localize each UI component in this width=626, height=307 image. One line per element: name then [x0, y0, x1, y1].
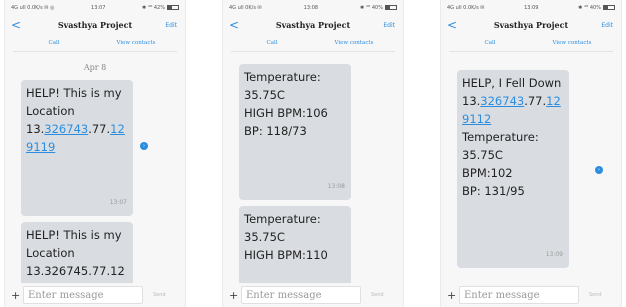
message-input[interactable]: Enter message [459, 286, 579, 304]
status-bar: 4G ull 0.0K/s ✉ 13:09 ✱ ⁴ᴳ 40% [441, 0, 621, 16]
send-button[interactable]: Send [371, 292, 384, 298]
title-bar: < Svasthya Project Edit [223, 16, 403, 34]
view-contacts-button[interactable]: View contacts [531, 34, 613, 51]
coordinate-link[interactable]: 326743 [44, 122, 88, 136]
message-line: Location [26, 246, 75, 260]
message-time: 13:07 [109, 199, 127, 206]
message-line: Temperature: [244, 212, 321, 226]
back-chevron-icon[interactable]: < [447, 16, 463, 34]
message-time: 13:08 [327, 183, 345, 190]
status-left: 4G ull 0.0K/s ✉ [447, 5, 485, 11]
phone-screen-2: 4G ull 0K/s ✉ 13:08 ✱ ⁴ᴳ 40% < Svasthya … [222, 0, 404, 307]
message-line: BPM:102 [462, 166, 513, 180]
message-line: BP: 118/73 [244, 124, 307, 138]
status-bar: 4G ull 0.0K/s ✉ ◎ 13:07 ✱ ⁴ᴳ 42% [5, 0, 185, 16]
message-line: Temperature: [462, 130, 539, 144]
message-bubble[interactable]: Temperature: 35.75C HIGH BPM:106 BP: 118… [239, 64, 351, 200]
status-time: 13:07 [91, 5, 106, 11]
view-contacts-button[interactable]: View contacts [95, 34, 177, 51]
send-button[interactable]: Send [589, 292, 602, 298]
contact-actions: Call View contacts [13, 34, 177, 52]
coordinates-line: 13.326743.77.12 [462, 92, 564, 110]
edit-button[interactable]: Edit [165, 22, 177, 29]
add-attachment-icon[interactable]: + [447, 289, 459, 302]
title-bar: < Svasthya Project Edit [441, 16, 621, 34]
message-line: HELP! This is my [26, 86, 122, 100]
message-bubble[interactable]: HELP! This is my Location 13.326743.77.1… [21, 80, 133, 216]
status-right: ✱ ⁴ᴳ 40% [578, 5, 615, 11]
message-line: 35.75C [244, 88, 285, 102]
title-bar: < Svasthya Project Edit [5, 16, 185, 34]
message-bubble[interactable]: HELP! This is my Location 13.326745.77.1… [21, 222, 133, 283]
status-right: ✱ ⁴ᴳ 42% [142, 5, 179, 11]
status-right-text: ✱ ⁴ᴳ 40% [578, 5, 601, 11]
status-right: ✱ ⁴ᴳ 40% [360, 5, 397, 11]
message-status-icon[interactable]: › [140, 142, 148, 150]
coordinates-line: 13.326743.77.12 [26, 120, 128, 138]
back-chevron-icon[interactable]: < [229, 16, 245, 34]
message-line: BP: 131/95 [462, 184, 525, 198]
coordinate-link[interactable]: 326743 [480, 94, 524, 108]
send-button[interactable]: Send [153, 292, 166, 298]
message-line: HIGH BPM:110 [244, 248, 328, 262]
coordinate-link[interactable]: 9112 [462, 110, 564, 128]
message-input[interactable]: Enter message [23, 286, 143, 304]
battery-icon [384, 5, 397, 10]
composer-bar: + Enter message Send [441, 283, 621, 307]
status-time: 13:08 [303, 5, 319, 11]
message-bubble[interactable]: Temperature: 35.75C HIGH BPM:110 [239, 206, 351, 283]
coord-prefix: 13. [26, 122, 45, 136]
status-time: 13:09 [524, 5, 539, 11]
status-bar: 4G ull 0K/s ✉ 13:08 ✱ ⁴ᴳ 40% [223, 0, 403, 16]
message-line: 35.75C [244, 230, 285, 244]
composer-bar: + Enter message Send [5, 283, 185, 307]
status-right-text: ✱ ⁴ᴳ 40% [360, 5, 383, 11]
message-bubble[interactable]: HELP, I Fell Down 13.326743.77.12 9112 T… [457, 70, 569, 268]
battery-icon [603, 5, 615, 10]
coordinate-link[interactable]: 12 [110, 122, 125, 136]
message-input[interactable]: Enter message [241, 286, 361, 304]
message-line: Location [26, 104, 75, 118]
phone-screen-3: 4G ull 0.0K/s ✉ 13:09 ✱ ⁴ᴳ 40% < Svasthy… [440, 0, 622, 307]
add-attachment-icon[interactable]: + [11, 289, 23, 302]
conversation-title: Svasthya Project [493, 20, 569, 30]
message-line: HELP! This is my [26, 228, 122, 242]
status-right-text: ✱ ⁴ᴳ 42% [142, 5, 165, 11]
edit-button[interactable]: Edit [383, 22, 395, 29]
message-time: 13:09 [545, 251, 563, 258]
coord-mid: .77. [88, 122, 111, 136]
call-button[interactable]: Call [231, 34, 313, 51]
edit-button[interactable]: Edit [601, 22, 613, 29]
message-line: 13.326745.77.12 [26, 264, 125, 278]
coordinate-link[interactable]: 12 [546, 94, 561, 108]
conversation-title: Svasthya Project [275, 20, 351, 30]
contact-actions: Call View contacts [449, 34, 613, 52]
message-status-icon[interactable]: › [595, 166, 603, 174]
message-thread[interactable]: Temperature: 35.75C HIGH BPM:106 BP: 118… [223, 56, 403, 283]
message-line: 35.75C [462, 148, 503, 162]
call-button[interactable]: Call [449, 34, 531, 51]
date-separator: Apr 8 [83, 63, 107, 72]
coord-prefix: 13. [462, 94, 481, 108]
status-left: 4G ull 0.0K/s ✉ ◎ [11, 5, 55, 11]
coordinate-link[interactable]: 9119 [26, 138, 128, 156]
call-button[interactable]: Call [13, 34, 95, 51]
contact-actions: Call View contacts [231, 34, 395, 52]
message-line: Temperature: [244, 70, 321, 84]
composer-bar: + Enter message Send [223, 283, 403, 307]
coord-mid: .77. [524, 94, 547, 108]
phone-screen-1: 4G ull 0.0K/s ✉ ◎ 13:07 ✱ ⁴ᴳ 42% < Svast… [4, 0, 186, 307]
message-line: HELP, I Fell Down [462, 76, 562, 90]
add-attachment-icon[interactable]: + [229, 289, 241, 302]
view-contacts-button[interactable]: View contacts [313, 34, 395, 51]
message-thread[interactable]: Apr 8 HELP! This is my Location 13.32674… [5, 56, 185, 283]
battery-icon [166, 5, 179, 10]
message-line: HIGH BPM:106 [244, 106, 328, 120]
back-chevron-icon[interactable]: < [11, 16, 27, 34]
status-left: 4G ull 0K/s ✉ [229, 5, 262, 11]
message-thread[interactable]: HELP, I Fell Down 13.326743.77.12 9112 T… [441, 56, 621, 283]
conversation-title: Svasthya Project [57, 20, 133, 30]
